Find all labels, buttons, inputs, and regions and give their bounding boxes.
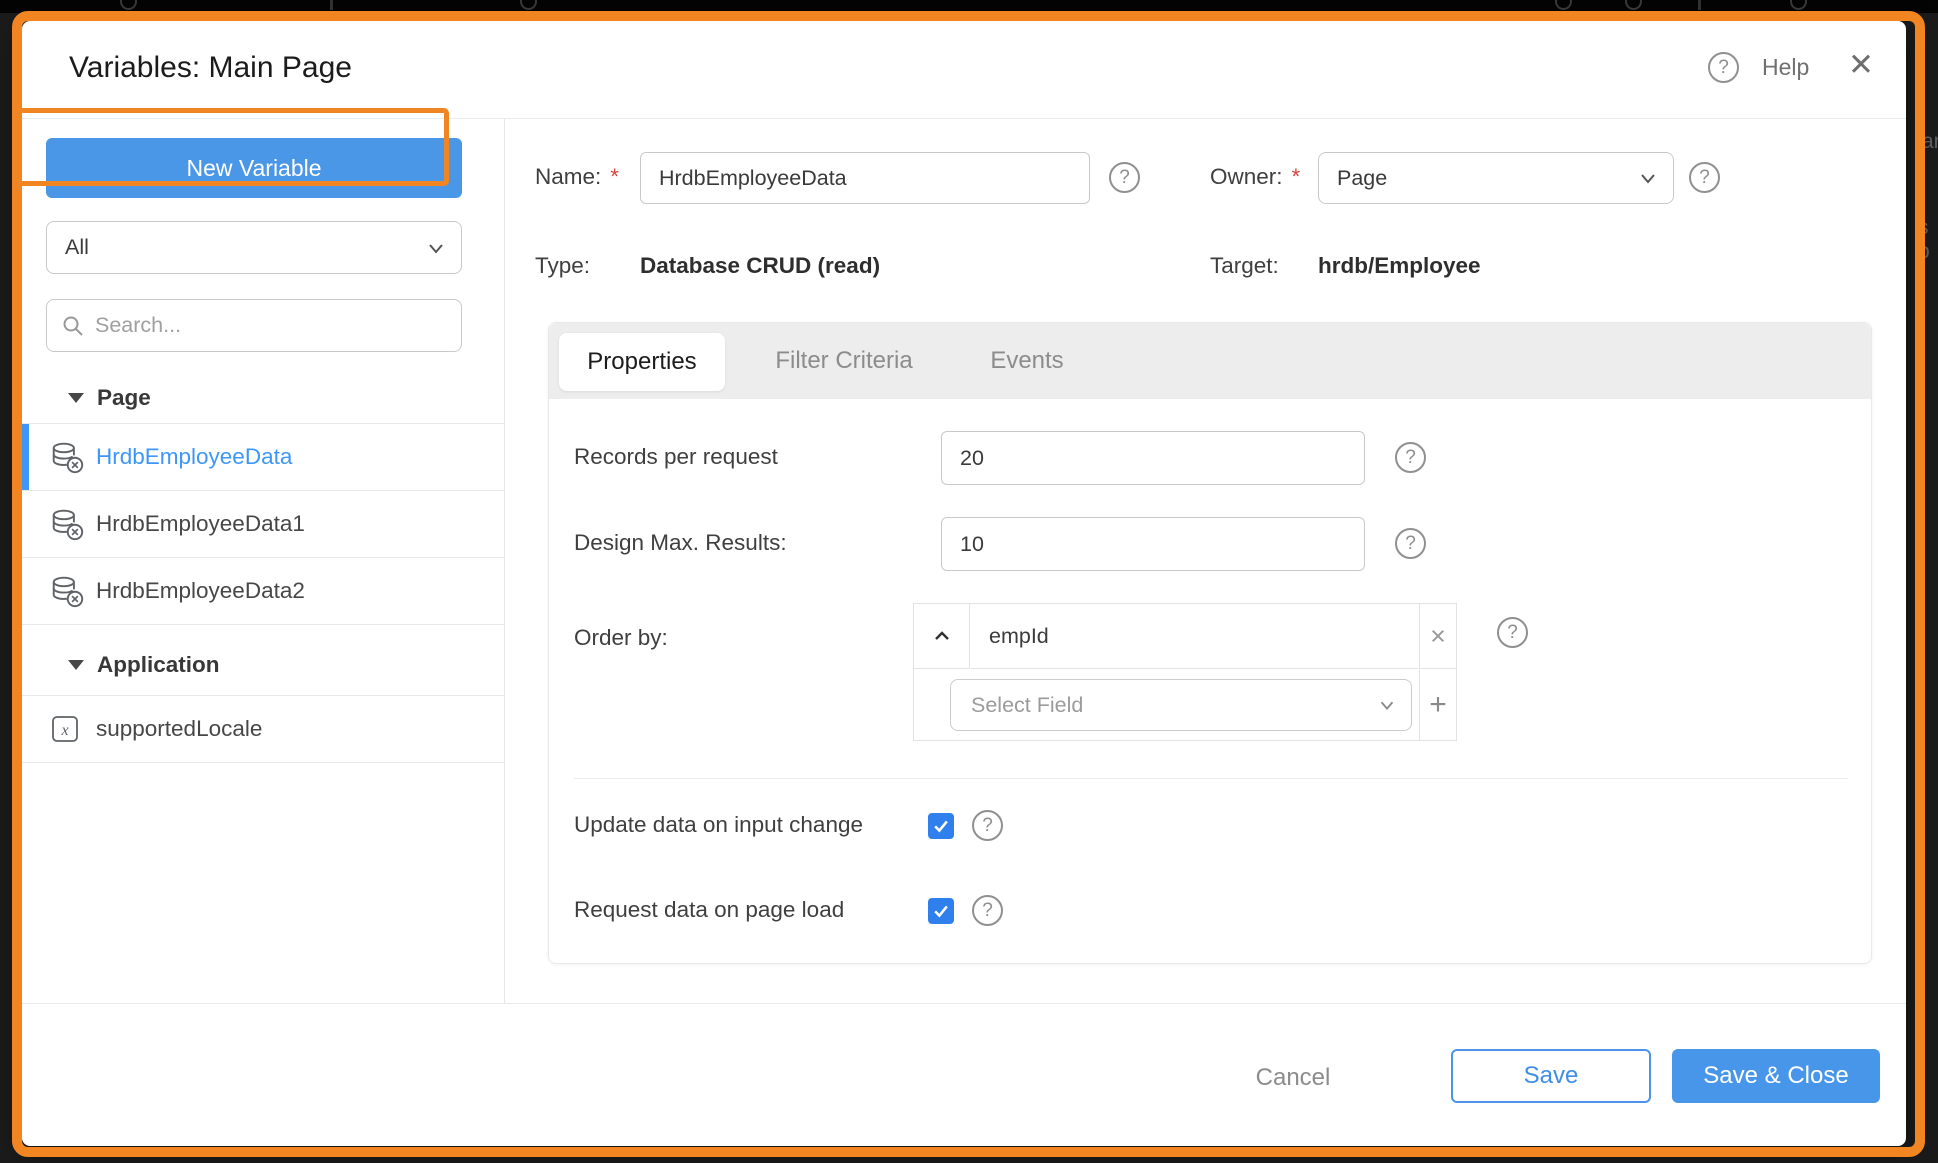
plus-icon: + [1429,688,1447,722]
sidebar-item-label: supportedLocale [96,716,262,742]
selected-indicator [22,424,29,490]
order-by-field: empId [971,604,1418,669]
owner-select[interactable]: Page [1318,152,1674,204]
check-icon [931,816,951,836]
screen: arc s b Variables: Main Page ? Help ✕ Ne… [0,0,1938,1163]
sidebar-divider [504,118,505,1003]
sidebar-item-hrdbemployeedata2[interactable]: HrdbEmployeeData2 [22,558,504,625]
type-value: Database CRUD (read) [640,253,880,279]
sidebar-item-label: HrdbEmployeeData2 [96,578,305,604]
help-icon[interactable]: ? [1708,52,1739,83]
target-value: hrdb/Employee [1318,253,1481,279]
required-marker: * [1292,164,1301,189]
records-per-request-label: Records per request [574,444,778,470]
variable-filter-value: All [65,235,89,260]
tab-events[interactable]: Events [967,323,1087,399]
chevron-down-icon [1377,695,1397,715]
design-max-help-icon[interactable]: ? [1395,528,1426,559]
variable-icon: x [50,714,80,744]
database-crud-icon [50,440,84,474]
dialog-title: Variables: Main Page [69,51,352,85]
update-on-input-change-label: Update data on input change [574,812,863,838]
owner-label: Owner:* [1210,164,1300,190]
background-toolbar-fragment [1625,0,1642,10]
footer-divider [22,1003,1906,1004]
sidebar-item-hrdbemployeedata1[interactable]: HrdbEmployeeData1 [22,491,504,558]
type-label: Type: [535,253,590,279]
name-label: Name:* [535,164,619,190]
update-help-icon[interactable]: ? [972,810,1003,841]
name-help-icon[interactable]: ? [1109,162,1140,193]
remove-order-field-button[interactable]: × [1419,604,1456,669]
database-crud-icon [50,574,84,608]
save-and-close-button[interactable]: Save & Close [1672,1049,1880,1103]
section-divider [574,778,1848,779]
sidebar-item-hrdbemployeedata[interactable]: HrdbEmployeeData [22,424,504,491]
sidebar-item-supportedlocale[interactable]: x supportedLocale [22,696,504,763]
order-by-label: Order by: [574,625,668,651]
background-toolbar-fragment [1698,0,1701,10]
required-marker: * [610,164,619,189]
variable-search [46,299,462,352]
database-crud-icon [50,507,84,541]
sidebar-group-page[interactable]: Page [68,381,151,415]
svg-text:x: x [60,722,68,739]
records-per-request-field[interactable] [941,431,1365,485]
owner-help-icon[interactable]: ? [1689,162,1720,193]
request-on-page-load-checkbox[interactable] [928,898,954,924]
sidebar-group-application[interactable]: Application [68,648,220,682]
chevron-down-icon [425,237,447,259]
background-toolbar-fragment [120,0,137,10]
request-on-page-load-label: Request data on page load [574,897,844,923]
sidebar-item-label: HrdbEmployeeData1 [96,511,305,537]
cancel-button[interactable]: Cancel [1238,1061,1348,1095]
tab-properties[interactable]: Properties [559,333,725,391]
background-toolbar-fragment [1555,0,1572,10]
background-toolbar-fragment [1790,0,1807,10]
background-text-fragment: arc [1922,130,1938,154]
variable-filter-select[interactable]: All [46,221,462,274]
chevron-up-icon [932,629,952,643]
background-toolbar-fragment [520,0,537,10]
variable-detail-card: Properties Filter Criteria Events Record… [548,322,1872,964]
new-variable-button[interactable]: New Variable [46,138,462,198]
sidebar-item-label: HrdbEmployeeData [96,444,292,470]
select-field-dropdown[interactable]: Select Field [950,679,1412,731]
chevron-down-icon [1637,167,1659,189]
order-by-help-icon[interactable]: ? [1497,617,1528,648]
background-text-fragment: s b [1918,216,1938,264]
name-field[interactable] [640,152,1090,204]
owner-value: Page [1337,166,1387,191]
target-label: Target: [1210,253,1279,279]
select-field-placeholder: Select Field [971,693,1083,718]
save-button[interactable]: Save [1451,1049,1651,1103]
collapse-triangle-icon [68,660,84,670]
background-toolbar [0,0,1938,13]
order-by-editor: empId × Select Field + [913,603,1457,741]
search-icon [61,314,86,339]
search-input[interactable] [95,301,455,350]
sidebar-group-label: Application [97,652,220,678]
tab-filter-criteria[interactable]: Filter Criteria [745,323,943,399]
close-icon[interactable]: ✕ [1842,47,1880,83]
background-toolbar-fragment [330,0,333,10]
update-on-input-change-checkbox[interactable] [928,813,954,839]
design-max-results-field[interactable] [941,517,1365,571]
add-order-field-button[interactable]: + [1419,670,1456,740]
collapse-triangle-icon [68,393,84,403]
sidebar-group-label: Page [97,385,151,411]
sort-direction-toggle[interactable] [914,604,970,669]
variables-dialog: Variables: Main Page ? Help ✕ New Variab… [22,21,1906,1146]
records-help-icon[interactable]: ? [1395,442,1426,473]
header-divider [22,118,1906,119]
remove-icon: × [1430,621,1446,652]
design-max-results-label: Design Max. Results: [574,530,787,556]
check-icon [931,901,951,921]
help-link[interactable]: Help [1762,54,1809,81]
request-help-icon[interactable]: ? [972,895,1003,926]
